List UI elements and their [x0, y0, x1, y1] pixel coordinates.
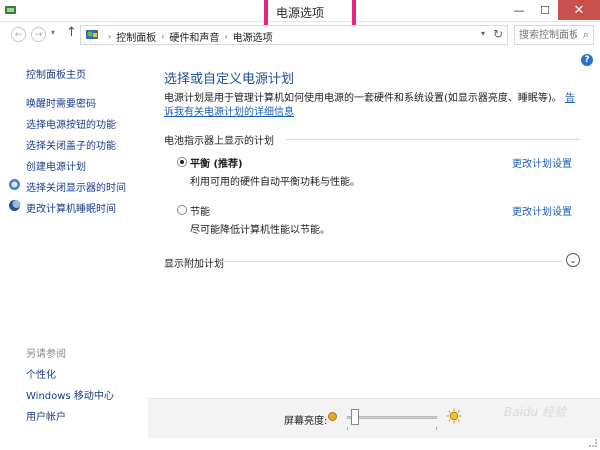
plan-power-saver-radio[interactable]	[177, 205, 187, 215]
group-divider	[286, 139, 580, 140]
plan-power-saver-name[interactable]: 节能	[190, 203, 210, 218]
plan-balanced-name[interactable]: 平衡 (推荐)	[190, 155, 243, 170]
maximize-button[interactable]: ☐	[532, 0, 558, 20]
description-text: 电源计划是用于管理计算机如何使用电源的一套硬件和系统设置(如显示器亮度、睡眠等)…	[164, 93, 562, 104]
page-title: 选择或自定义电源计划	[164, 72, 295, 87]
recent-locations-dropdown[interactable]: ▾	[51, 28, 55, 37]
window-title: 电源选项	[276, 6, 325, 20]
brightness-bar: 屏幕亮度: Baidu 经验	[148, 398, 600, 438]
brightness-slider-ticks	[347, 427, 437, 430]
window-controls: — ☐ ✕	[506, 0, 600, 20]
back-button[interactable]: ←	[11, 27, 26, 42]
dim-sun-icon	[328, 412, 337, 421]
refresh-button[interactable]: ↻	[493, 27, 503, 41]
resize-grip[interactable]	[589, 439, 597, 447]
search-input[interactable]	[519, 28, 577, 42]
forward-button[interactable]: →	[31, 27, 46, 42]
control-panel-icon	[86, 30, 98, 39]
brightness-slider-track[interactable]	[347, 416, 437, 419]
address-dropdown-button[interactable]: ▾	[481, 29, 485, 38]
up-button[interactable]: ↑	[66, 25, 77, 40]
plan-balanced-radio[interactable]	[177, 157, 187, 167]
minimize-button[interactable]: —	[506, 0, 532, 20]
see-also-heading: 另请参阅	[26, 349, 66, 360]
brightness-label: 屏幕亮度:	[284, 416, 328, 427]
sidebar-link-display-off-time[interactable]: 选择关闭显示器的时间	[26, 179, 126, 194]
breadcrumb: › 控制面板 › 硬件和声音 › 电源选项	[103, 29, 273, 44]
bright-sun-icon	[446, 408, 462, 424]
watermark: Baidu 经验	[504, 405, 566, 419]
search-box[interactable]: ⌕	[514, 25, 594, 45]
sidebar-link-wakeup-password[interactable]: 唤醒时需要密码	[26, 95, 96, 110]
plan-balanced-change-link[interactable]: 更改计划设置	[512, 155, 572, 170]
plan-power-saver-change-link[interactable]: 更改计划设置	[512, 203, 572, 218]
crumb-separator: ›	[108, 32, 112, 41]
page-description: 电源计划是用于管理计算机如何使用电源的一套硬件和系统设置(如显示器亮度、睡眠等)…	[164, 92, 584, 120]
sidebar-link-sleep-time[interactable]: 更改计算机睡眠时间	[26, 200, 116, 215]
address-bar[interactable]: › 控制面板 › 硬件和声音 › 电源选项 ▾ ↻	[80, 25, 508, 45]
sidebar-home-link[interactable]: 控制面板主页	[26, 66, 86, 81]
see-also-user-accounts[interactable]: 用户帐户	[26, 408, 66, 423]
sleep-moon-icon	[9, 200, 21, 211]
breadcrumb-control-panel[interactable]: 控制面板	[116, 29, 156, 44]
additional-plans-divider	[220, 261, 562, 262]
close-button[interactable]: ✕	[558, 0, 600, 20]
sidebar-link-power-button[interactable]: 选择电源按钮的功能	[26, 116, 116, 131]
search-icon[interactable]: ⌕	[583, 28, 589, 42]
sidebar-link-lid-close[interactable]: 选择关闭盖子的功能	[26, 137, 116, 152]
brightness-slider-thumb[interactable]	[351, 409, 360, 425]
crumb-separator: ›	[224, 32, 228, 41]
main-content: ? 选择或自定义电源计划 电源计划是用于管理计算机如何使用电源的一套硬件和系统设…	[148, 48, 600, 398]
sidebar-link-create-plan[interactable]: 创建电源计划	[26, 158, 86, 173]
sidebar: 控制面板主页 唤醒时需要密码 选择电源按钮的功能 选择关闭盖子的功能 创建电源计…	[0, 48, 148, 446]
plan-balanced-description: 利用可用的硬件自动平衡功耗与性能。	[190, 177, 360, 188]
title-bar: 电源选项 — ☐ ✕	[0, 0, 600, 34]
help-icon[interactable]: ?	[581, 54, 593, 66]
breadcrumb-power-options[interactable]: 电源选项	[233, 29, 273, 44]
see-also-personalization[interactable]: 个性化	[26, 366, 56, 381]
expand-chevron-icon[interactable]: ⌄	[566, 253, 580, 267]
breadcrumb-hardware-sound[interactable]: 硬件和声音	[169, 29, 219, 44]
additional-plans-label[interactable]: 显示附加计划	[164, 255, 224, 270]
power-options-icon	[5, 6, 16, 14]
crumb-separator: ›	[161, 32, 165, 41]
navigation-bar: ← → ▾ ↑ › 控制面板 › 硬件和声音 › 电源选项 ▾ ↻ ⌕	[0, 22, 600, 48]
plan-power-saver-description: 尽可能降低计算机性能以节能。	[190, 225, 330, 236]
see-also-mobility-center[interactable]: Windows 移动中心	[26, 387, 114, 402]
display-off-icon	[9, 179, 20, 190]
battery-plans-label: 电池指示器上显示的计划	[164, 136, 274, 147]
